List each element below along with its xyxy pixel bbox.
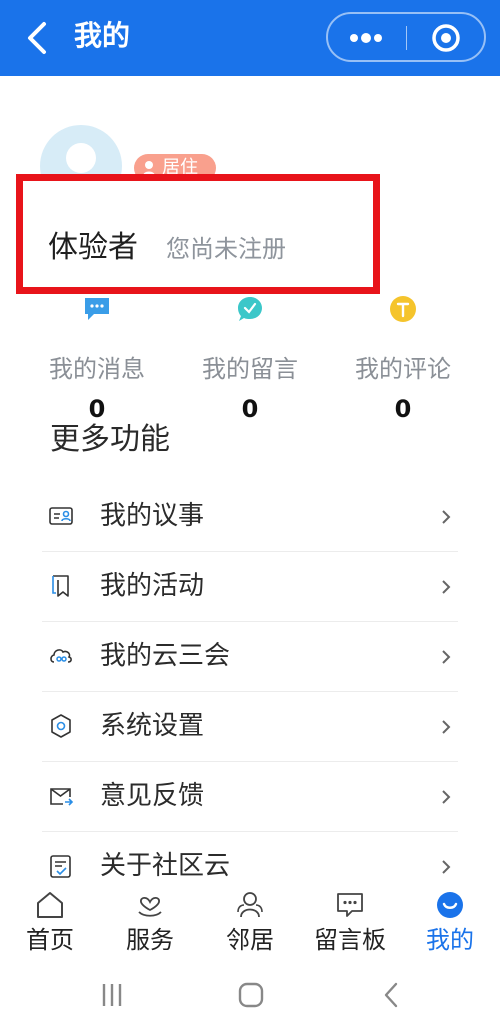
- menu-item-feedback[interactable]: 意见反馈: [42, 762, 458, 832]
- chevron-right-icon: [442, 860, 451, 874]
- register-status[interactable]: 您尚未注册: [166, 232, 286, 266]
- menu-item-settings[interactable]: 系统设置: [42, 692, 458, 762]
- stat-count: 0: [394, 395, 412, 423]
- stat-label: 我的消息: [49, 355, 145, 383]
- function-menu: 我的议事 我的活动 我的云三会 系统设置 意见反馈 关于社区云: [42, 482, 458, 901]
- chevron-right-icon: [442, 720, 451, 734]
- tab-label: 留言板: [314, 926, 386, 954]
- menu-item-cloud-meeting[interactable]: 我的云三会: [42, 622, 458, 692]
- mini-program-capsule: [326, 12, 486, 62]
- tab-home[interactable]: 首页: [0, 886, 100, 966]
- more-dots-icon[interactable]: [346, 28, 386, 48]
- tab-label: 我的: [426, 926, 474, 954]
- menu-item-discussion[interactable]: 我的议事: [42, 482, 458, 552]
- tab-label: 服务: [126, 926, 174, 954]
- target-icon[interactable]: [430, 22, 462, 54]
- tab-message-board[interactable]: 留言板: [300, 886, 400, 966]
- tab-neighbors[interactable]: 邻居: [200, 886, 300, 966]
- activity-book-icon: [52, 575, 69, 597]
- menu-item-label: 我的活动: [100, 571, 205, 601]
- stat-label: 我的留言: [202, 355, 298, 383]
- stat-count: 0: [241, 395, 259, 423]
- about-icon: [50, 855, 71, 878]
- home-icon: [37, 892, 63, 918]
- section-title: 更多功能: [50, 422, 170, 457]
- menu-item-label: 我的议事: [100, 501, 205, 531]
- cloud-meeting-icon: [50, 649, 72, 663]
- stat-reviews[interactable]: 我的评论 0: [328, 294, 478, 423]
- menu-item-label: 意见反馈: [100, 781, 205, 811]
- review-icon: [390, 296, 416, 322]
- chevron-left-icon[interactable]: [22, 20, 54, 56]
- menu-item-label: 我的云三会: [100, 641, 231, 671]
- chevron-right-icon: [442, 580, 451, 594]
- tab-label: 首页: [26, 926, 74, 954]
- message-icon: [85, 298, 109, 320]
- app-header: 我的: [0, 0, 500, 76]
- menu-item-label: 关于社区云: [100, 851, 231, 881]
- capsule-divider: [406, 26, 407, 50]
- menu-item-label: 系统设置: [100, 711, 205, 741]
- chevron-right-icon: [442, 650, 451, 664]
- page-title: 我的: [74, 19, 131, 52]
- tab-label: 邻居: [226, 926, 274, 954]
- tab-profile[interactable]: 我的: [400, 886, 500, 966]
- menu-item-activity[interactable]: 我的活动: [42, 552, 458, 622]
- settings-icon: [51, 714, 71, 738]
- user-name: 体验者: [48, 230, 138, 265]
- profile-icon: [437, 892, 463, 918]
- service-heart-icon: [138, 896, 162, 917]
- stat-label: 我的评论: [355, 355, 451, 383]
- stat-comments[interactable]: 我的留言 0: [175, 294, 325, 423]
- home-circle-icon[interactable]: [231, 982, 271, 1008]
- chevron-right-icon: [442, 510, 451, 524]
- stat-messages[interactable]: 我的消息 0: [22, 294, 172, 423]
- bottom-tab-bar: 首页 服务 邻居 留言板 我的: [0, 886, 500, 966]
- neighbors-icon: [237, 892, 263, 918]
- feedback-mail-icon: [50, 788, 74, 806]
- discussion-card-icon: [49, 507, 73, 525]
- system-nav-bar: [0, 966, 500, 1019]
- back-icon[interactable]: [372, 982, 412, 1008]
- tab-service[interactable]: 服务: [100, 886, 200, 966]
- comment-check-icon: [238, 297, 262, 321]
- chevron-right-icon: [442, 790, 451, 804]
- message-board-icon: [337, 893, 363, 917]
- recents-icon[interactable]: [92, 982, 132, 1008]
